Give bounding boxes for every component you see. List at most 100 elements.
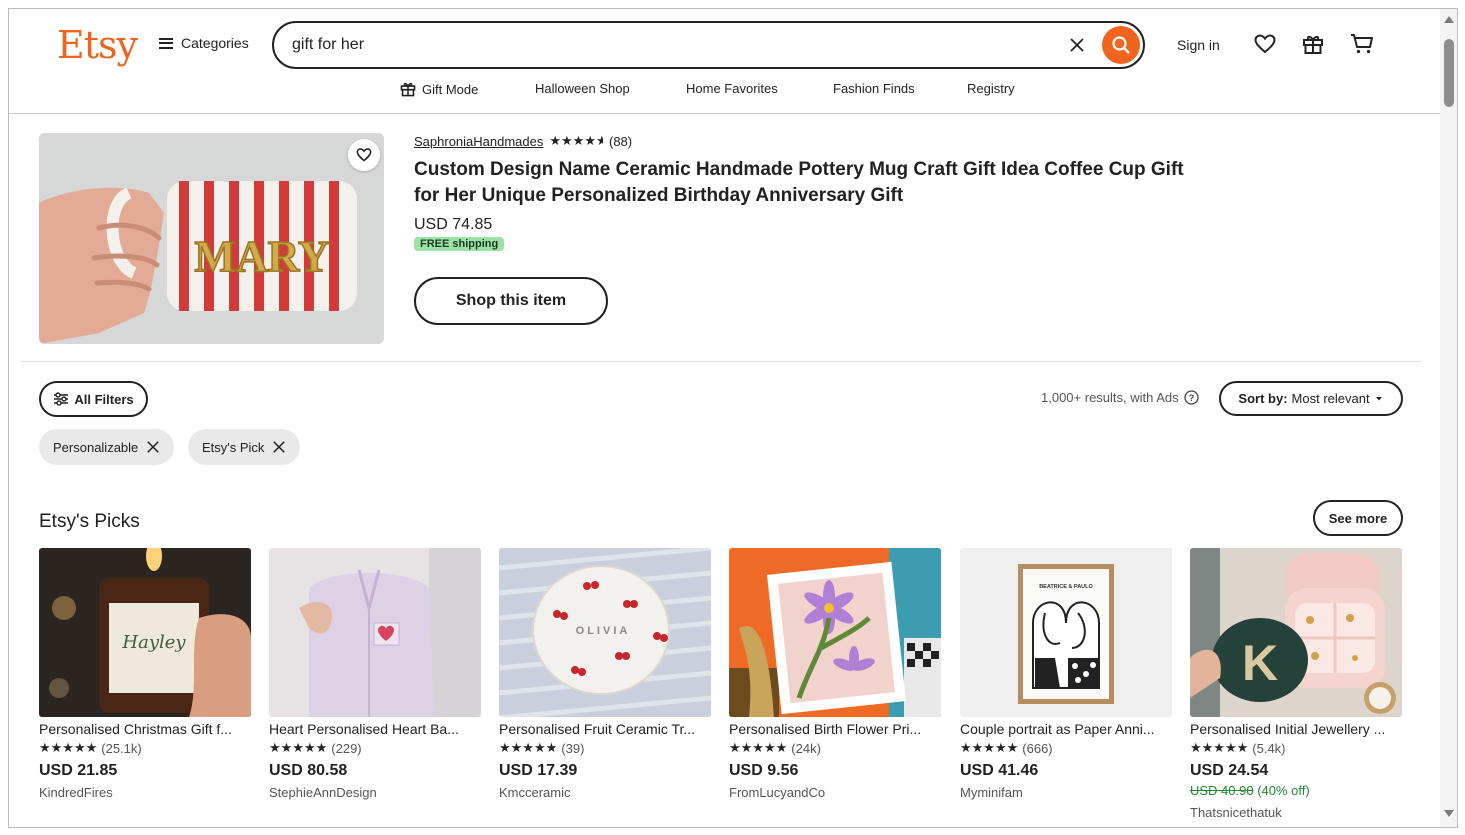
rating-stars: ★★★★★	[269, 740, 328, 755]
sale-info: USD 40.90 (40% off)	[1190, 783, 1402, 798]
product-image[interactable]	[269, 548, 481, 717]
product-rating: ★★★★★ (229)	[269, 740, 481, 756]
shop-name: Thatsnicethatuk	[1190, 805, 1282, 820]
chip-label: Personalizable	[53, 439, 139, 455]
ad-shop-link[interactable]: SaphroniaHandmades	[414, 134, 543, 149]
scrollbar-thumb[interactable]	[1444, 39, 1454, 107]
gift-icon	[1303, 35, 1323, 54]
product-price: USD 24.54	[1190, 762, 1269, 779]
product-title[interactable]: Personalised Christmas Gift f...	[39, 721, 251, 737]
caret-down-icon	[1375, 396, 1382, 400]
section-title: Etsy's Picks	[39, 511, 140, 532]
scroll-down-arrow-icon[interactable]	[1444, 810, 1454, 817]
shop-name: FromLucyandCo	[729, 785, 826, 800]
product-image[interactable]: BEATRICE & PAULO	[960, 548, 1172, 717]
review-count: (229)	[331, 740, 362, 756]
review-count: (24k)	[791, 740, 821, 756]
product-price: USD 21.85	[39, 762, 118, 779]
filter-chip-personalizable[interactable]: Personalizable	[39, 429, 175, 465]
product-rating: ★★★★★ (666)	[960, 740, 1172, 756]
search-bar	[272, 21, 1145, 69]
top-nav: Gift Mode Halloween Shop Home Favorites …	[9, 81, 1457, 101]
rating-stars: ★★★★★	[960, 740, 1019, 755]
product-card[interactable]: Personalised Birth Flower Pri... ★★★★★ (2…	[729, 548, 941, 800]
categories-button[interactable]: Categories	[159, 35, 249, 51]
svg-text:?: ?	[1188, 393, 1194, 403]
cart-icon	[1351, 34, 1373, 54]
product-title[interactable]: Personalised Birth Flower Pri...	[729, 721, 941, 737]
favorites-button[interactable]	[1252, 31, 1278, 57]
nav-registry[interactable]: Registry	[967, 81, 1015, 96]
header-divider	[9, 113, 1457, 114]
categories-label: Categories	[181, 35, 249, 51]
product-title[interactable]: Couple portrait as Paper Anni...	[960, 721, 1172, 737]
scroll-up-arrow-icon[interactable]	[1444, 16, 1454, 23]
rating-stars: ★★★★★	[729, 740, 788, 755]
review-count: (25.1k)	[101, 740, 142, 756]
product-rating: ★★★★★ (39)	[499, 740, 711, 756]
cart-button[interactable]	[1349, 31, 1375, 57]
clear-search-button[interactable]	[1064, 32, 1090, 58]
sort-by-dropdown[interactable]: Sort by: Most relevant	[1219, 381, 1403, 416]
product-title[interactable]: Heart Personalised Heart Ba...	[269, 721, 481, 737]
all-filters-button[interactable]: All Filters	[39, 381, 148, 417]
filter-sliders-icon	[54, 392, 69, 406]
help-icon[interactable]: ?	[1184, 390, 1199, 405]
product-image[interactable]	[729, 548, 941, 717]
product-rating: ★★★★★ (25.1k)	[39, 740, 251, 756]
vertical-scrollbar[interactable]	[1440, 9, 1457, 827]
gift-button[interactable]	[1300, 31, 1326, 57]
discount-label: (40% off)	[1257, 783, 1310, 798]
heart-icon	[1254, 34, 1276, 54]
shop-this-item-button[interactable]: Shop this item	[414, 277, 608, 325]
nav-fashion-finds[interactable]: Fashion Finds	[833, 81, 915, 96]
ad-divider	[21, 361, 1421, 362]
gift-icon	[400, 83, 416, 97]
sort-value: Most relevant	[1291, 391, 1370, 406]
product-image-text: K	[1242, 635, 1278, 691]
product-rating: ★★★★★ (24k)	[729, 740, 941, 756]
product-card[interactable]: Heart Personalised Heart Ba... ★★★★★ (229…	[269, 548, 481, 800]
product-image[interactable]: Hayley	[39, 548, 251, 717]
product-card[interactable]: K Personalised Initial Jewellery ... ★★★…	[1190, 548, 1402, 820]
ad-title[interactable]: Custom Design Name Ceramic Handmade Pott…	[414, 157, 1184, 209]
review-count: (666)	[1022, 740, 1053, 756]
filter-chip-etsys-pick[interactable]: Etsy's Pick	[188, 429, 301, 465]
product-card[interactable]: BEATRICE & PAULO Couple portrait as Pape…	[960, 548, 1172, 800]
rating-stars: ★★★★★	[499, 740, 558, 755]
nav-home-favorites[interactable]: Home Favorites	[686, 81, 778, 96]
product-rating: ★★★★★ (5.4k)	[1190, 740, 1402, 756]
see-more-button[interactable]: See more	[1313, 500, 1403, 536]
product-image[interactable]: OLIVIA	[499, 548, 711, 717]
shop-name: Kmcceramic	[499, 785, 571, 800]
product-card[interactable]: Hayley Personalised Christmas Gift f... …	[39, 548, 251, 800]
rating-stars: ★★★★★	[39, 740, 98, 755]
sign-in-link[interactable]: Sign in	[1177, 37, 1220, 53]
product-image[interactable]: K	[1190, 548, 1402, 717]
product-image-text: OLIVIA	[576, 625, 631, 637]
product-price: USD 41.46	[960, 762, 1039, 779]
nav-gift-mode[interactable]: Gift Mode	[400, 81, 478, 97]
etsy-logo[interactable]: Etsy	[57, 23, 138, 67]
product-image-text: Hayley	[121, 632, 186, 653]
rating-stars: ★★★★★	[1190, 740, 1249, 755]
browser-viewport: Etsy Categories Sign in Gift Mode Hallow…	[8, 8, 1458, 828]
ad-favorite-button[interactable]	[348, 139, 380, 171]
hamburger-icon	[159, 37, 173, 49]
search-submit-button[interactable]	[1102, 26, 1140, 64]
close-icon[interactable]	[272, 440, 286, 454]
search-input[interactable]	[292, 33, 1052, 57]
product-price: USD 9.56	[729, 762, 799, 779]
ad-product-image[interactable]: MARY	[39, 133, 384, 344]
original-price: USD 40.90	[1190, 783, 1254, 798]
review-count: (5.4k)	[1252, 740, 1286, 756]
heart-icon	[356, 148, 372, 162]
ad-price: USD 74.85	[414, 216, 493, 233]
product-title[interactable]: Personalised Fruit Ceramic Tr...	[499, 721, 711, 737]
nav-halloween-shop[interactable]: Halloween Shop	[535, 81, 630, 96]
product-title[interactable]: Personalised Initial Jewellery ...	[1190, 721, 1402, 737]
close-icon[interactable]	[146, 440, 160, 454]
ad-image-text: MARY	[194, 232, 329, 281]
all-filters-label: All Filters	[74, 391, 134, 407]
product-card[interactable]: OLIVIA Personalised Fruit Ceramic Tr... …	[499, 548, 711, 800]
